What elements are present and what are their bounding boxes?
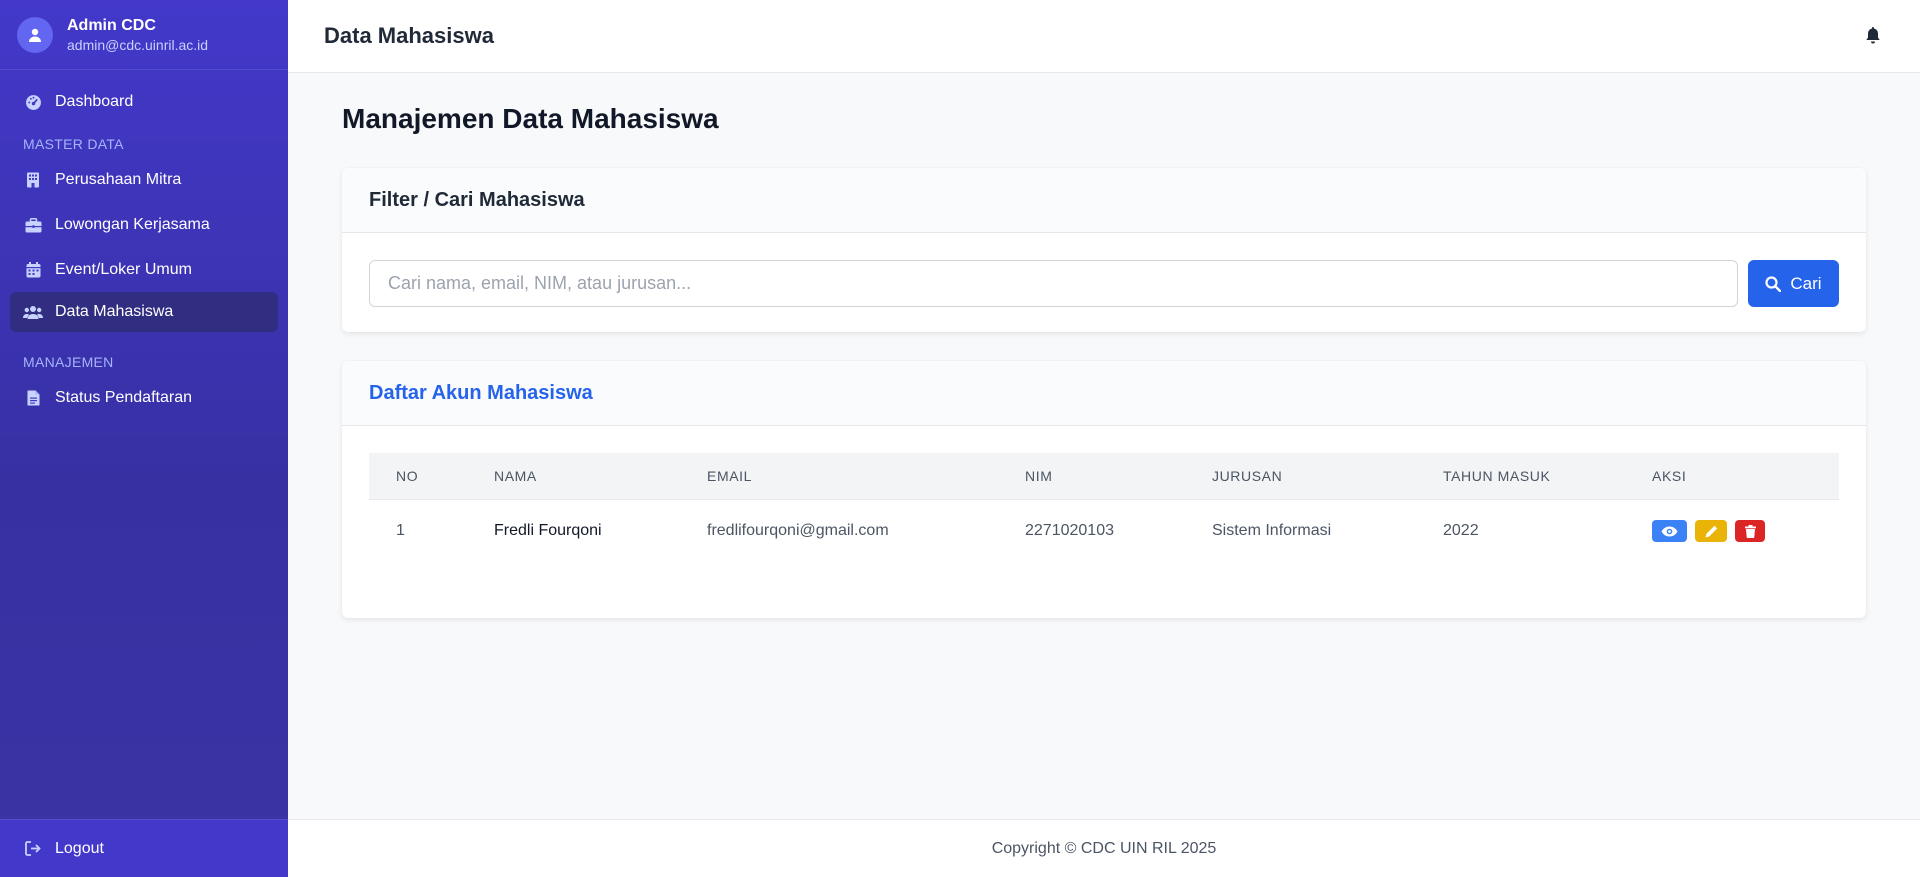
sign-out-icon — [23, 839, 43, 859]
table-wrapper: NO NAMA EMAIL NIM JURUSAN TAHUN MASUK AK… — [342, 426, 1866, 590]
user-icon — [17, 16, 53, 53]
cell-aksi — [1652, 499, 1839, 563]
sidebar-item-label: Dashboard — [55, 93, 134, 110]
sidebar-item-label: Perusahaan Mitra — [55, 171, 182, 188]
gauge-icon — [23, 92, 43, 112]
column-header-tahun-masuk[interactable]: TAHUN MASUK — [1443, 453, 1652, 500]
filter-form: Cari — [342, 233, 1866, 334]
filter-card-header: Filter / Cari Mahasiswa — [342, 168, 1866, 233]
sidebar-item-label: Status Pendaftaran — [55, 389, 192, 406]
briefcase-icon — [23, 215, 43, 235]
list-card-header: Daftar Akun Mahasiswa — [342, 361, 1866, 426]
search-button-label: Cari — [1790, 273, 1822, 293]
student-list-card: Daftar Akun Mahasiswa NO NAMA EMAIL NIM … — [342, 361, 1866, 618]
file-icon — [23, 388, 43, 408]
edit-button[interactable] — [1695, 520, 1727, 543]
column-header-nim[interactable]: NIM — [1025, 453, 1212, 500]
section-label-master: MASTER DATA — [23, 136, 124, 152]
page-title: Manajemen Data Mahasiswa — [342, 103, 719, 134]
cell-no: 1 — [396, 522, 405, 540]
table-header-row: NO NAMA EMAIL NIM JURUSAN TAHUN MASUK AK… — [369, 453, 1839, 500]
cell-nama: Fredli Fourqoni — [494, 522, 602, 540]
cell-email: fredlifourqoni@gmail.com — [707, 522, 889, 540]
sidebar-item-status-pendaftaran[interactable]: Status Pendaftaran — [10, 376, 278, 420]
column-header-email[interactable]: EMAIL — [707, 453, 1025, 500]
search-icon — [1765, 275, 1782, 292]
filter-card: Filter / Cari Mahasiswa Cari — [342, 168, 1866, 332]
sidebar-item-label: Data Mahasiswa — [55, 303, 174, 320]
header-title: Data Mahasiswa — [324, 23, 494, 48]
logout-button[interactable]: Logout — [0, 819, 288, 877]
cell-tahun-masuk: 2022 — [1443, 522, 1479, 540]
search-button[interactable]: Cari — [1748, 260, 1839, 307]
column-header-jurusan[interactable]: JURUSAN — [1212, 453, 1443, 500]
column-header-nama[interactable]: NAMA — [494, 453, 707, 500]
table-row: 1 Fredli Fourqoni fredlifourqoni@gmail.c… — [369, 499, 1839, 563]
logout-label: Logout — [55, 839, 104, 857]
delete-button[interactable] — [1735, 520, 1765, 543]
main-content: Manajemen Data Mahasiswa Filter / Cari M… — [342, 73, 1866, 618]
view-button[interactable] — [1652, 520, 1687, 543]
cell-jurusan: Sistem Informasi — [1212, 522, 1332, 540]
sidebar: Admin CDC admin@cdc.uinril.ac.id Dashboa… — [0, 0, 288, 877]
sidebar-item-lowongan-kerjasama[interactable]: Lowongan Kerjasama — [10, 202, 278, 248]
trash-icon — [1744, 524, 1756, 538]
top-header: Data Mahasiswa — [288, 0, 1920, 73]
sidebar-item-label: Lowongan Kerjasama — [55, 216, 210, 233]
calendar-icon — [23, 260, 43, 280]
footer: Copyright © CDC UIN RIL 2025 — [288, 819, 1920, 877]
sidebar-item-dashboard[interactable]: Dashboard — [10, 82, 278, 122]
building-icon — [23, 170, 43, 190]
bell-icon[interactable] — [1862, 25, 1884, 47]
column-header-aksi: AKSI — [1652, 453, 1839, 500]
users-icon — [23, 302, 43, 322]
sidebar-item-perusahaan-mitra[interactable]: Perusahaan Mitra — [10, 158, 278, 202]
row-actions — [1652, 520, 1839, 543]
sidebar-item-data-mahasiswa[interactable]: Data Mahasiswa — [10, 292, 278, 332]
filter-card-title: Filter / Cari Mahasiswa — [369, 188, 585, 211]
list-card-title: Daftar Akun Mahasiswa — [369, 381, 593, 404]
pencil-icon — [1705, 525, 1718, 538]
student-table: NO NAMA EMAIL NIM JURUSAN TAHUN MASUK AK… — [369, 453, 1839, 563]
user-name: Admin CDC — [67, 16, 156, 34]
copyright-text: Copyright © CDC UIN RIL 2025 — [991, 839, 1217, 857]
cell-nim: 2271020103 — [1025, 522, 1114, 540]
sidebar-item-label: Event/Loker Umum — [55, 261, 192, 278]
column-header-no[interactable]: NO — [369, 453, 494, 500]
eye-icon — [1661, 526, 1678, 537]
search-input[interactable] — [369, 260, 1738, 307]
user-email: admin@cdc.uinril.ac.id — [67, 36, 209, 53]
sidebar-item-event-loker-umum[interactable]: Event/Loker Umum — [10, 248, 278, 292]
user-profile: Admin CDC admin@cdc.uinril.ac.id — [0, 0, 288, 70]
section-label-manajemen: MANAJEMEN — [23, 354, 114, 370]
